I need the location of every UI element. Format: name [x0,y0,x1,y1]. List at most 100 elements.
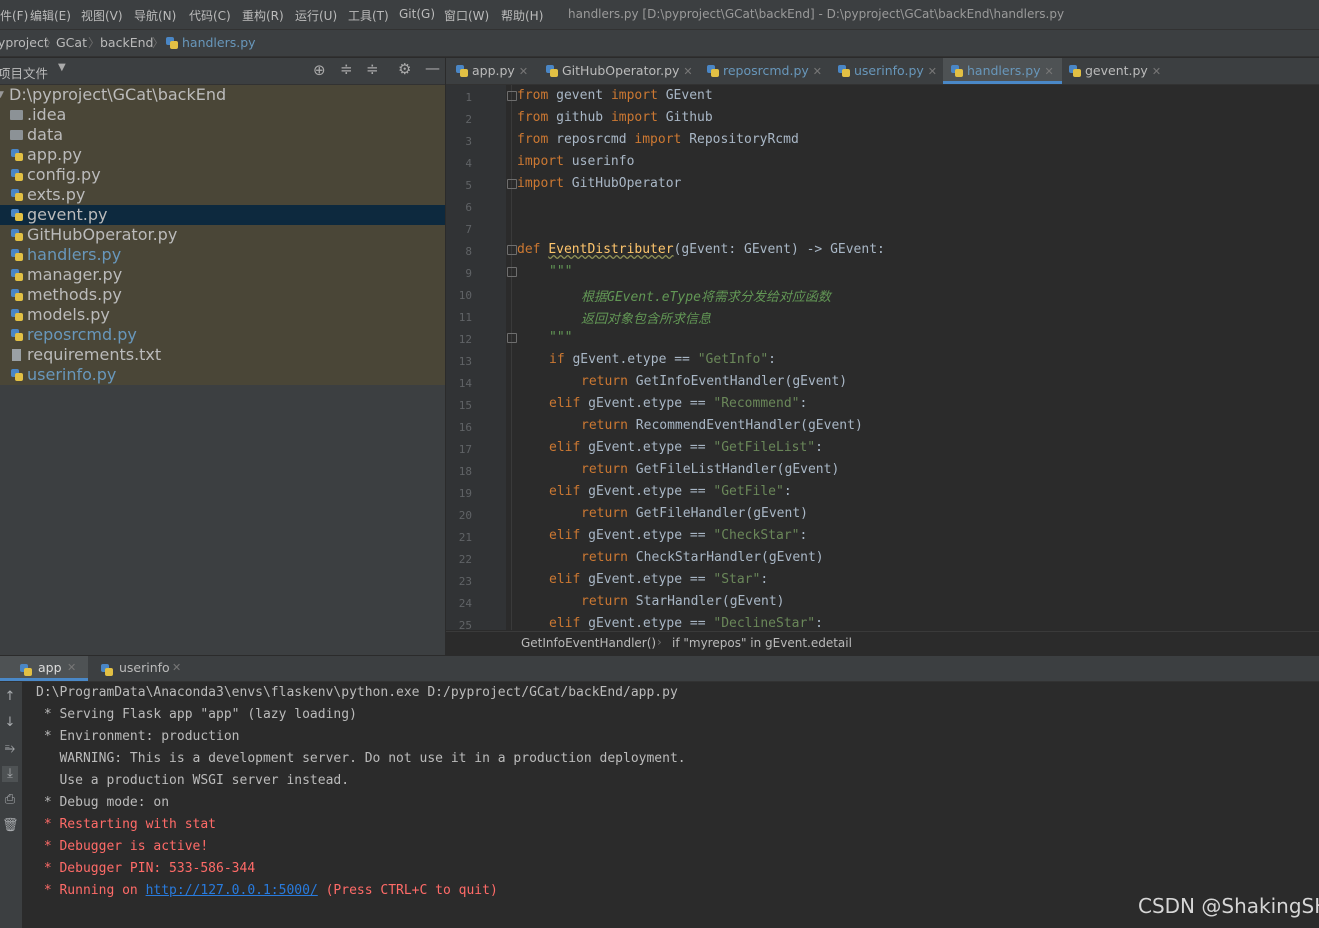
breadcrumb-item[interactable]: GCat [56,35,87,50]
locate-icon[interactable]: ⊕ [313,61,326,79]
tree-item-handlers[interactable]: handlers.py [0,245,445,265]
menu-edit[interactable]: 编辑(E) [30,7,71,24]
python-file-icon [838,65,850,77]
breadcrumb-item[interactable]: pyproject [0,35,49,50]
tab-githuboperator[interactable]: GitHubOperator.py ✕ [546,58,693,84]
python-file-icon [11,269,23,281]
dropdown-arrow-icon[interactable]: ▼ [58,62,66,73]
scroll-to-end-icon[interactable]: ⤓ [2,766,18,782]
chevron-right-icon: 〉 [88,36,101,50]
arrow-down-icon[interactable]: ↓ [2,715,18,731]
tree-item-requirements[interactable]: requirements.txt [0,345,445,365]
fold-marker-icon[interactable] [507,245,517,255]
chevron-right-icon: › [657,635,662,649]
line-number: 2 [465,113,472,126]
minimize-icon[interactable]: — [425,59,440,77]
arrow-up-icon[interactable]: ↑ [2,689,18,705]
print-icon[interactable]: ⎙ [2,792,18,808]
text-file-icon [12,349,21,361]
tab-userinfo[interactable]: userinfo.py ✕ [838,58,937,84]
menu-bar: 文件(F) 编辑(E) 视图(V) 导航(N) 代码(C) 重构(R) 运行(U… [0,0,1319,30]
line-number: 16 [458,421,472,434]
menu-help[interactable]: 帮助(H) [501,7,543,24]
soft-wrap-icon[interactable]: ⥱ [2,741,18,757]
console-line: D:\ProgramData\Anaconda3\envs\flaskenv\p… [36,685,678,700]
menu-view[interactable]: 视图(V) [81,7,123,24]
python-file-icon [707,65,719,77]
server-url-link[interactable]: http://127.0.0.1:5000/ [146,883,318,898]
fold-marker-icon[interactable] [507,179,517,189]
console-line: * Environment: production [36,729,240,744]
python-file-icon [951,65,963,77]
run-tab-userinfo[interactable]: userinfo ✕ [92,656,192,681]
collapse-all-icon[interactable]: ≑ [366,60,379,78]
menu-window[interactable]: 窗口(W) [444,7,489,24]
close-icon[interactable]: ✕ [519,65,528,78]
python-file-icon [11,209,23,221]
tree-item-config[interactable]: config.py [0,165,445,185]
run-tab-app-active[interactable]: app ✕ [0,656,88,681]
trash-icon[interactable]: 🗑 [2,818,19,834]
tree-item-data[interactable]: data [0,125,445,145]
menu-code[interactable]: 代码(C) [189,7,231,24]
tab-handlers-active[interactable]: handlers.py ✕ [943,58,1062,84]
code-line: return RecommendEventHandler(gEvent) [581,418,863,433]
close-icon[interactable]: ✕ [928,65,937,78]
console-line: * Debugger PIN: 533-586-344 [36,861,256,876]
close-icon[interactable]: ✕ [1152,65,1161,78]
tab-gevent[interactable]: gevent.py ✕ [1069,58,1161,84]
editor-breadcrumb-item[interactable]: GetInfoEventHandler() [521,636,656,650]
line-number: 4 [465,157,472,170]
chevron-right-icon: 〉 [152,36,165,50]
tree-item-exts[interactable]: exts.py [0,185,445,205]
fold-marker-icon[interactable] [507,267,517,277]
editor-tab-bar: app.py ✕ GitHubOperator.py ✕ reposrcmd.py ✕… [446,58,1319,85]
editor-breadcrumb-item[interactable]: if "myrepos" in gEvent.edetail [672,636,852,650]
menu-refactor[interactable]: 重构(R) [242,7,284,24]
menu-run[interactable]: 运行(U) [295,7,337,24]
gear-icon[interactable]: ⚙ [398,60,411,78]
close-icon[interactable]: ✕ [813,65,822,78]
menu-file[interactable]: 文件(F) [0,7,28,24]
code-line: if gEvent.etype == "GetInfo": [549,352,776,367]
menu-tools[interactable]: 工具(T) [348,7,389,24]
tree-root[interactable]: ▼ D:\pyproject\GCat\backEnd [0,85,445,105]
menu-navigate[interactable]: 导航(N) [134,7,176,24]
python-file-icon [11,369,23,381]
breadcrumb-item[interactable]: backEnd [100,35,153,50]
close-icon[interactable]: ✕ [172,661,181,674]
tree-item-manager[interactable]: manager.py [0,265,445,285]
close-icon[interactable]: ✕ [67,661,76,674]
line-number: 15 [458,399,472,412]
tree-item-idea[interactable]: .idea [0,105,445,125]
tree-item-githuboperator[interactable]: GitHubOperator.py [0,225,445,245]
tree-item-methods[interactable]: methods.py [0,285,445,305]
menu-git[interactable]: Git(G) [399,7,435,21]
python-file-icon [166,37,178,49]
tree-item-app[interactable]: app.py [0,145,445,165]
window-title: handlers.py [D:\pyproject\GCat\backEnd] … [568,7,1065,21]
console-line: WARNING: This is a development server. D… [36,751,686,766]
close-icon[interactable]: ✕ [683,65,692,78]
fold-marker-icon[interactable] [507,333,517,343]
breadcrumb-item-current[interactable]: handlers.py [166,35,256,50]
line-number: 19 [458,487,472,500]
tab-app[interactable]: app.py ✕ [456,58,528,84]
code-line: from github import Github [517,110,713,125]
close-icon[interactable]: ✕ [1045,65,1054,78]
code-line: return StarHandler(gEvent) [581,594,785,609]
code-line: return GetInfoEventHandler(gEvent) [581,374,848,389]
tree-item-models[interactable]: models.py [0,305,445,325]
code-line: from gevent import GEvent [517,88,713,103]
code-line: import userinfo [517,154,635,169]
tree-item-gevent-selected[interactable]: gevent.py [0,205,445,225]
tree-item-reposrcmd[interactable]: reposrcmd.py [0,325,445,345]
tab-reposrcmd[interactable]: reposrcmd.py ✕ [707,58,822,84]
line-number: 23 [458,575,472,588]
fold-marker-icon[interactable] [507,91,517,101]
code-line: elif gEvent.etype == "GetFile": [549,484,792,499]
line-number: 11 [458,311,472,324]
project-panel-title[interactable]: 项目文件 [0,63,48,82]
tree-item-userinfo[interactable]: userinfo.py [0,365,445,385]
expand-all-icon[interactable]: ≑ [340,60,353,78]
